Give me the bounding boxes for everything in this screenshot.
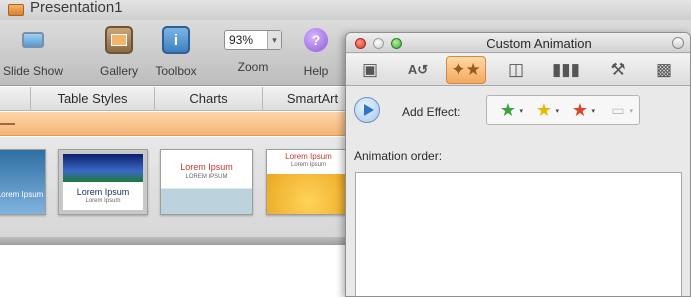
- palette-title-bar[interactable]: Custom Animation: [346, 33, 690, 53]
- add-effect-group: ★ ▾ ★ ▾ ★ ▾ ▭ ▾: [486, 95, 640, 125]
- help-label: Help: [303, 64, 329, 78]
- add-effect-label: Add Effect:: [402, 105, 461, 119]
- thumbnail-title: Lorem Ipsum: [0, 190, 44, 199]
- toolbox-button[interactable]: i Toolbox: [148, 26, 204, 78]
- text-icon: A↺: [407, 62, 429, 77]
- toolbox-case-icon: ▩: [655, 60, 673, 79]
- formatting-palette-tab[interactable]: ▣: [350, 56, 390, 84]
- thumbnail-subtitle: Lorem Ipsum: [290, 162, 326, 168]
- media-palette-tab[interactable]: ◫: [496, 56, 536, 84]
- thumbnail-title: Lorem Ipsum: [180, 162, 233, 172]
- toolbox-label: Toolbox: [155, 64, 197, 78]
- emphasis-effect-button[interactable]: ★ ▾: [527, 98, 561, 122]
- entrance-star-icon: ★: [499, 100, 517, 120]
- animation-palette-tab[interactable]: ✦★: [446, 56, 486, 84]
- slideshow-icon: [19, 26, 47, 54]
- text-palette-tab[interactable]: A↺: [398, 56, 438, 84]
- thumbnail-subtitle: LOREM IPSUM: [185, 174, 228, 180]
- tools-palette-tab[interactable]: ⚒: [598, 56, 638, 84]
- exit-star-icon: ★: [571, 100, 589, 120]
- thumbnail-inner: Lorem Ipsum Lorem Ipsum: [63, 154, 143, 210]
- library-icon: ▮▮▮: [551, 60, 581, 79]
- zoom-control: 93% ▾ Zoom: [218, 26, 288, 74]
- palette-title: Custom Animation: [486, 36, 592, 51]
- zoom-stepper[interactable]: ▾: [267, 31, 281, 49]
- play-animation-button[interactable]: [354, 97, 380, 123]
- zoom-value: 93%: [229, 33, 254, 47]
- tools-icon: ⚒: [610, 60, 626, 79]
- thumbnail-subtitle: Lorem Ipsum: [85, 198, 121, 204]
- animation-order-list[interactable]: [355, 172, 682, 296]
- help-icon-wrap: ?: [302, 26, 330, 54]
- gallery-icon: [105, 26, 133, 54]
- formatting-icon: ▣: [361, 60, 379, 79]
- collapse-dash-icon[interactable]: [0, 123, 15, 125]
- gallery-button[interactable]: Gallery: [92, 26, 146, 78]
- tab-charts[interactable]: Charts: [154, 87, 262, 111]
- entrance-effect-button[interactable]: ★ ▾: [491, 98, 525, 122]
- slide-show-label: Slide Show: [2, 64, 64, 78]
- title-bar: Presentation1: [0, 0, 691, 20]
- toolbox-icon: i: [162, 26, 190, 54]
- theme-thumbnail[interactable]: Lorem Ipsum LOREM IPSUM: [160, 149, 253, 215]
- collapse-palette-button[interactable]: [672, 37, 684, 49]
- library-palette-tab[interactable]: ▮▮▮: [546, 56, 586, 84]
- play-icon: [363, 104, 374, 116]
- animation-icon: ✦★: [451, 60, 481, 79]
- landscape-image: [63, 154, 143, 182]
- tab-table-styles[interactable]: Table Styles: [30, 87, 154, 111]
- help-icon: ?: [304, 28, 328, 52]
- thumbnail-title: Lorem Ipsum: [285, 152, 332, 161]
- theme-thumbnail[interactable]: Lorem Ipsum Lorem Ipsum: [58, 149, 148, 215]
- window-title: Presentation1: [30, 0, 123, 16]
- zoom-label: Zoom: [237, 60, 269, 74]
- document-icon: [8, 4, 24, 16]
- thumbnail-title: Lorem Ipsum: [76, 187, 130, 197]
- theme-thumbnail[interactable]: Lorem Ipsum: [0, 149, 46, 215]
- theme-thumbnail[interactable]: Lorem Ipsum Lorem Ipsum: [266, 149, 351, 215]
- motion-path-effect-button[interactable]: ▭ ▾: [601, 98, 635, 122]
- emphasis-star-icon: ★: [535, 100, 553, 120]
- animation-order-label: Animation order:: [354, 149, 443, 163]
- help-button[interactable]: ? Help: [296, 26, 336, 78]
- motion-path-icon: ▭: [611, 102, 625, 118]
- media-icon: ◫: [507, 60, 525, 79]
- palette-tab-bar: ▣ A↺ ✦★ ◫ ▮▮▮ ⚒ ▩: [346, 54, 690, 86]
- custom-animation-palette: Custom Animation ▣ A↺ ✦★ ◫ ▮▮▮ ⚒ ▩ Add E…: [345, 32, 691, 297]
- gallery-label: Gallery: [99, 64, 138, 78]
- toolbox-case-palette-tab[interactable]: ▩: [644, 56, 684, 84]
- exit-effect-button[interactable]: ★ ▾: [563, 98, 597, 122]
- slide-show-button[interactable]: Slide Show: [2, 26, 64, 78]
- zoom-field[interactable]: 93% ▾: [224, 30, 282, 50]
